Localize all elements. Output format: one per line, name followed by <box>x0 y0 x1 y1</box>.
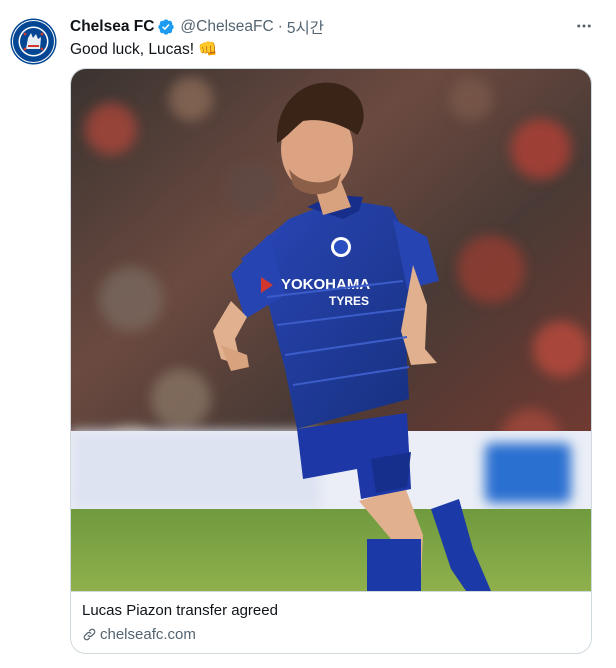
separator-dot: · <box>277 18 283 35</box>
timestamp[interactable]: 5시간 <box>287 16 324 38</box>
card-caption[interactable]: Lucas Piazon transfer agreed chelseafc.c… <box>71 591 591 653</box>
tweet-header: Chelsea FC @ChelseaFC · 5시간 <box>70 16 596 38</box>
verified-badge-icon <box>158 19 175 35</box>
card-domain[interactable]: chelseafc.com <box>82 626 196 643</box>
kit-sponsor-sub-label: TYRES <box>329 294 369 308</box>
action-bar-partial <box>70 660 590 668</box>
chelsea-crest-icon <box>8 16 59 67</box>
link-card[interactable]: YOKOHAMA TYRES Lucas Piazon transfer agr… <box>70 68 592 654</box>
link-icon <box>83 628 96 641</box>
handle[interactable]: @ChelseaFC <box>180 18 273 36</box>
avatar[interactable] <box>8 16 59 67</box>
more-dots-icon <box>577 24 591 28</box>
card-image[interactable]: YOKOHAMA TYRES <box>71 69 591 591</box>
card-title[interactable]: Lucas Piazon transfer agreed <box>82 602 278 619</box>
tweet[interactable]: Chelsea FC @ChelseaFC · 5시간 Good luck, L… <box>0 0 616 668</box>
tweet-text: Good luck, Lucas! 👊 <box>70 41 218 58</box>
card-domain-text[interactable]: chelseafc.com <box>100 626 196 643</box>
more-options-button[interactable] <box>572 14 596 38</box>
display-name[interactable]: Chelsea FC <box>70 18 154 36</box>
player-photo: YOKOHAMA TYRES <box>71 69 591 591</box>
